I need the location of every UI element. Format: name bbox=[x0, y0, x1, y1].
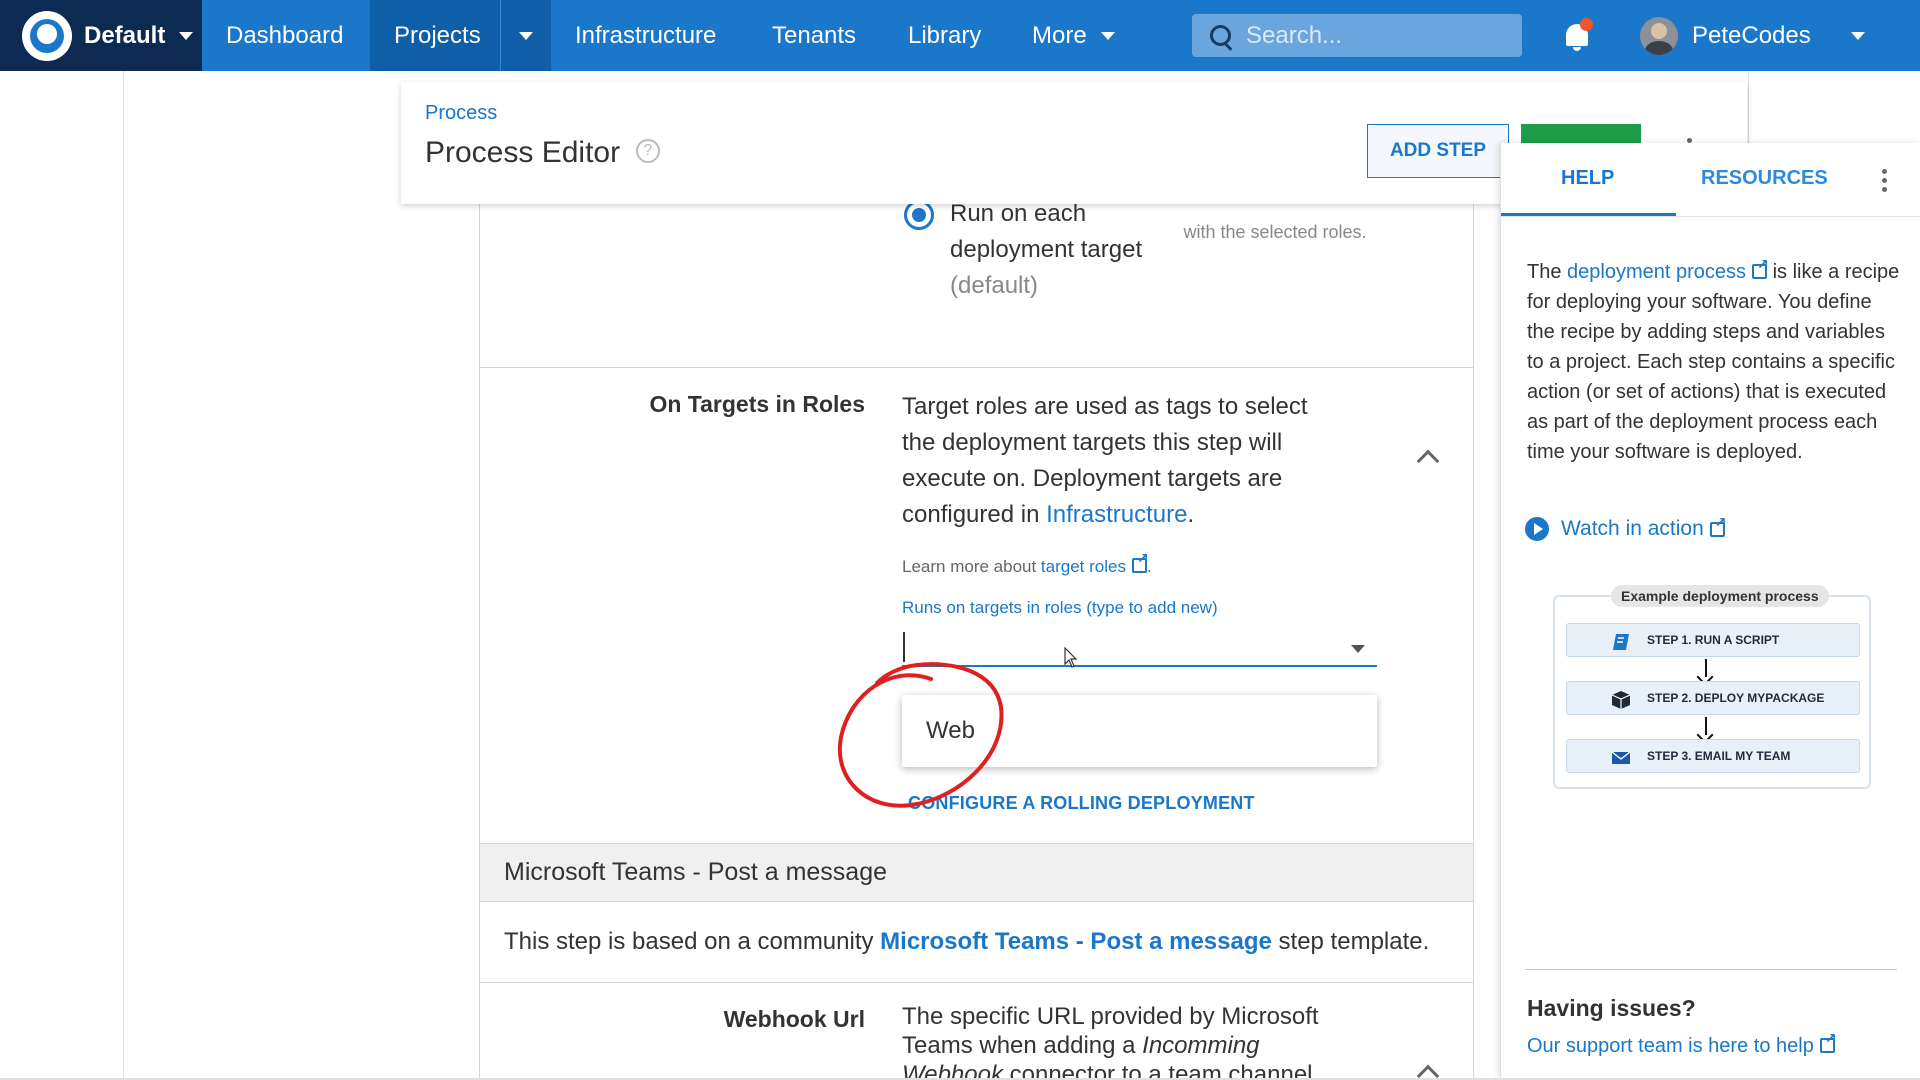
target-roles-link-label: target roles bbox=[1040, 557, 1126, 576]
page-title: Process Editor bbox=[425, 136, 621, 169]
help-sidebar: HELP RESOURCES The deployment process is… bbox=[1500, 143, 1920, 1078]
search-box bbox=[1192, 14, 1522, 57]
help-text-start: The bbox=[1527, 261, 1568, 283]
diagram-step-2: STEP 2. DEPLOY MYPACKAGE bbox=[1566, 681, 1860, 715]
nav-tenants[interactable]: Tenants bbox=[772, 0, 856, 71]
external-link-icon bbox=[1709, 515, 1727, 537]
external-link-icon bbox=[1819, 1031, 1837, 1053]
target-roles-link[interactable]: target roles bbox=[1040, 551, 1149, 576]
search-icon bbox=[1210, 24, 1232, 47]
notifications-bell-icon[interactable] bbox=[1562, 18, 1593, 52]
email-icon bbox=[1611, 751, 1631, 764]
package-icon bbox=[1611, 691, 1631, 709]
diagram-step-1: STEP 1. RUN A SCRIPT bbox=[1566, 623, 1860, 657]
divider bbox=[1525, 969, 1897, 970]
roles-input[interactable] bbox=[902, 627, 1377, 667]
text-cursor bbox=[903, 632, 905, 662]
chevron-down-icon bbox=[1850, 31, 1865, 40]
step-template-header: Microsoft Teams - Post a message bbox=[480, 844, 1473, 902]
chevron-down-icon bbox=[1100, 31, 1115, 40]
configure-rolling-deployment-link[interactable]: CONFIGURE A ROLLING DEPLOYMENT bbox=[908, 793, 1255, 814]
radio-label: Run on each deployment target bbox=[950, 200, 1143, 263]
diagram-title: Example deployment process bbox=[1611, 585, 1829, 607]
tab-resources[interactable]: RESOURCES bbox=[1701, 167, 1828, 190]
role-suggestion-web[interactable]: Web bbox=[902, 695, 1377, 767]
watch-in-action-link[interactable]: Watch in action bbox=[1525, 515, 1727, 541]
arrow-down-icon bbox=[1705, 717, 1707, 735]
target-roles-section: On Targets in Roles Target roles are use… bbox=[480, 369, 1473, 844]
deployment-process-link[interactable]: deployment process bbox=[1567, 257, 1769, 283]
space-name: Default bbox=[84, 21, 166, 49]
dropdown-arrow-icon[interactable] bbox=[1351, 645, 1365, 653]
add-step-button[interactable]: ADD STEP bbox=[1367, 124, 1509, 178]
chevron-down-icon bbox=[179, 31, 194, 40]
help-text-rest: is like a recipe for deploying your soft… bbox=[1527, 261, 1900, 463]
support-team-link[interactable]: Our support team is here to help bbox=[1527, 1031, 1837, 1058]
roles-field-label: Runs on targets in roles (type to add ne… bbox=[902, 598, 1218, 617]
page-right-border bbox=[1748, 71, 1749, 151]
tab-help[interactable]: HELP bbox=[1561, 167, 1614, 190]
roles-description: Target roles are used as tags to select … bbox=[902, 389, 1322, 533]
nav-more-label: More bbox=[1032, 21, 1087, 49]
example-process-diagram: Example deployment process STEP 1. RUN A… bbox=[1553, 585, 1871, 789]
space-switcher[interactable]: Default bbox=[0, 0, 202, 71]
help-tabs: HELP RESOURCES bbox=[1501, 143, 1920, 217]
run-on-section: Run on each deployment target (default) … bbox=[480, 200, 1473, 368]
nav-infrastructure[interactable]: Infrastructure bbox=[575, 0, 716, 71]
roles-desc-end: . bbox=[1187, 501, 1195, 528]
username: PeteCodes bbox=[1692, 21, 1811, 49]
mouse-pointer-icon bbox=[1064, 647, 1078, 668]
deployment-process-link-label: deployment process bbox=[1567, 261, 1747, 283]
webhook-url-description: The specific URL provided by Microsoft T… bbox=[902, 1002, 1352, 1080]
chevron-up-icon[interactable] bbox=[1416, 449, 1440, 473]
support-link-label: Our support team is here to help bbox=[1527, 1035, 1814, 1057]
diagram-step-3: STEP 3. EMAIL MY TEAM bbox=[1566, 739, 1860, 773]
script-icon bbox=[1613, 634, 1629, 650]
active-tab-indicator bbox=[1501, 213, 1676, 216]
more-options-icon[interactable] bbox=[1882, 169, 1888, 193]
diagram-step-label: STEP 3. EMAIL MY TEAM bbox=[1647, 749, 1791, 763]
template-desc-end: step template. bbox=[1271, 928, 1430, 955]
help-icon[interactable]: ? bbox=[636, 139, 660, 163]
webhook-url-title: Webhook Url bbox=[723, 1006, 865, 1032]
section-title: On Targets in Roles bbox=[649, 391, 865, 417]
projects-menu-toggle[interactable] bbox=[500, 0, 551, 71]
diagram-step-label: STEP 2. DEPLOY MYPACKAGE bbox=[1647, 691, 1825, 705]
nav-dashboard[interactable]: Dashboard bbox=[226, 0, 343, 71]
arrow-down-icon bbox=[1705, 659, 1707, 677]
learn-more-text: Learn more about target roles. bbox=[902, 551, 1152, 577]
watch-label: Watch in action bbox=[1561, 517, 1704, 540]
learn-more-prefix: Learn more about bbox=[902, 557, 1041, 576]
avatar bbox=[1640, 16, 1678, 55]
page-left-border bbox=[123, 71, 124, 1080]
divider bbox=[480, 982, 1473, 983]
search-input[interactable] bbox=[1246, 21, 1506, 50]
nav-projects[interactable]: Projects bbox=[370, 0, 500, 71]
help-description: The deployment process is like a recipe … bbox=[1527, 257, 1902, 467]
user-menu[interactable]: PeteCodes bbox=[1640, 0, 1865, 71]
octopus-logo-icon bbox=[22, 10, 72, 61]
step-template-description: This step is based on a community Micros… bbox=[504, 928, 1429, 956]
external-link-icon bbox=[1752, 257, 1769, 279]
top-nav-bar: Default Dashboard Projects Infrastructur… bbox=[0, 0, 1920, 71]
faded-hint-text: with the selected roles. bbox=[1183, 222, 1367, 242]
nav-more[interactable]: More bbox=[1032, 0, 1115, 71]
diagram-step-label: STEP 1. RUN A SCRIPT bbox=[1647, 633, 1780, 647]
play-icon bbox=[1525, 517, 1549, 541]
step-template-link[interactable]: Microsoft Teams - Post a message bbox=[880, 928, 1272, 955]
radio-default-suffix: (default) bbox=[950, 272, 1039, 299]
having-issues-title: Having issues? bbox=[1527, 995, 1696, 1021]
external-link-icon bbox=[1131, 551, 1149, 573]
nav-library[interactable]: Library bbox=[908, 0, 981, 71]
notification-dot bbox=[1580, 18, 1593, 31]
step-editor-card: Run on each deployment target (default) … bbox=[479, 200, 1474, 1080]
breadcrumb[interactable]: Process bbox=[425, 102, 497, 125]
chevron-down-icon bbox=[519, 31, 533, 40]
run-on-each-target-radio[interactable] bbox=[904, 200, 934, 230]
template-desc-text: This step is based on a community bbox=[504, 928, 881, 955]
infrastructure-link[interactable]: Infrastructure bbox=[1046, 501, 1187, 528]
